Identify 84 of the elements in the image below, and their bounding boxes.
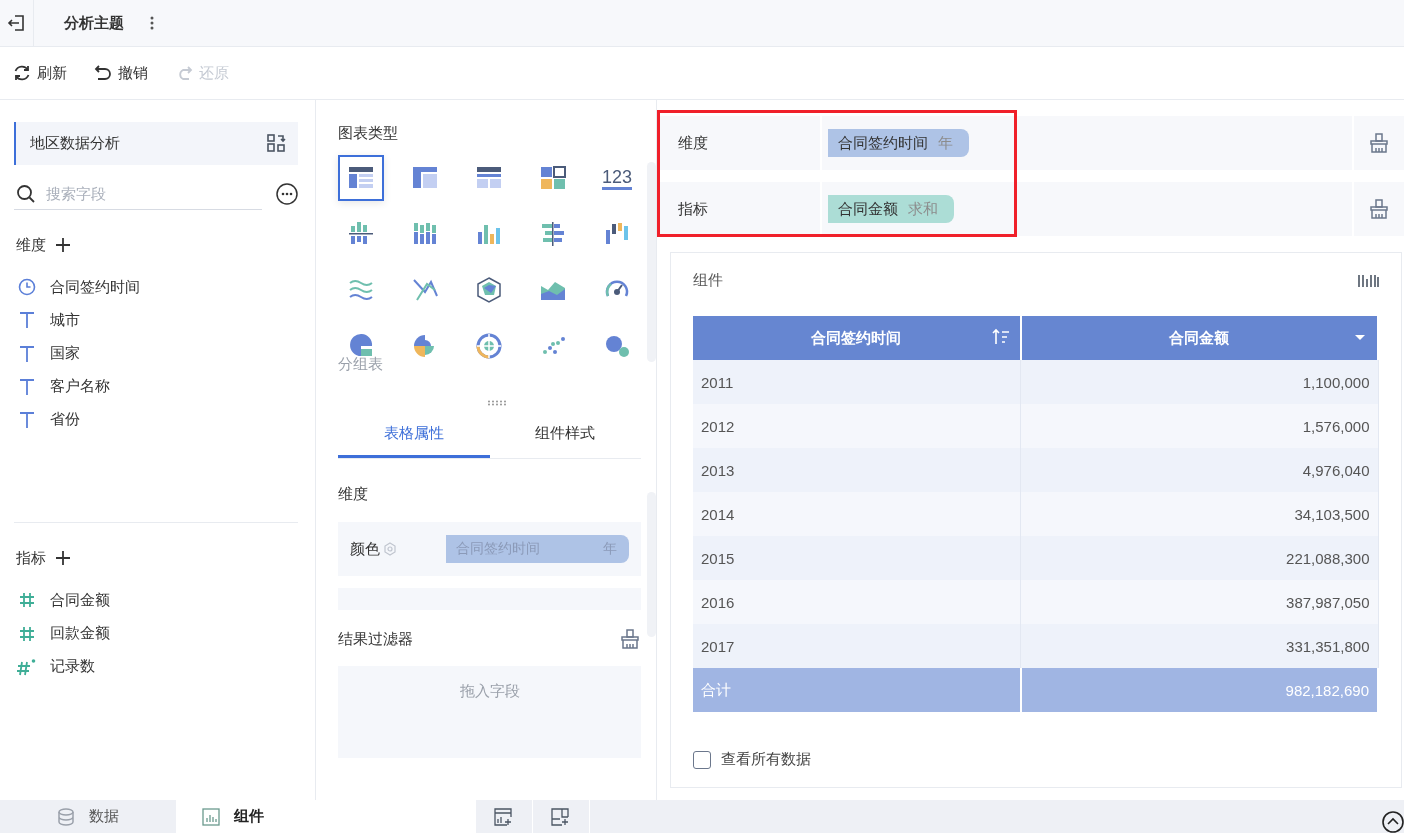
radar-chart-icon [475, 276, 503, 304]
total-cell: 合计 [693, 668, 1021, 712]
chart-type-name: 分组表 [338, 355, 384, 374]
well-label: 指标 [660, 182, 822, 236]
table-cell: 2012 [693, 404, 1021, 448]
switch-icon[interactable] [266, 133, 286, 154]
text-type-icon [19, 311, 35, 330]
hash-star-icon [17, 657, 37, 676]
table-cell: 1,100,000 [1020, 360, 1378, 404]
field-item[interactable]: 记录数 [14, 650, 298, 684]
add-panel-icon[interactable] [550, 806, 572, 827]
table-cell: 34,103,500 [1020, 492, 1378, 536]
hash-icon [19, 625, 35, 642]
sort-icon[interactable] [991, 328, 1010, 346]
brush-icon[interactable] [619, 628, 641, 650]
section-title: 结果过滤器 [338, 629, 413, 649]
page-title: 分析主题 [64, 13, 124, 33]
dataset-name: 地区数据分析 [30, 133, 120, 153]
field-item[interactable]: 客户名称 [14, 370, 298, 404]
barcode-like-icon[interactable] [1357, 272, 1379, 289]
section-title: 维度 [16, 235, 46, 255]
collapse-icon[interactable] [1382, 811, 1404, 833]
table-cell: 221,088,300 [1020, 536, 1378, 580]
table-cell: 331,351,800 [1020, 624, 1378, 668]
brush-icon[interactable] [1368, 132, 1390, 154]
add-icon[interactable] [56, 551, 70, 566]
section-title: 指标 [16, 548, 46, 568]
tab[interactable]: 表格属性 [338, 412, 490, 458]
table-cell: 2011 [693, 360, 1021, 404]
chart-type-button[interactable] [338, 155, 384, 201]
table-cell: 4,976,040 [1020, 448, 1378, 492]
card-title: 组件 [693, 271, 723, 290]
more-icon[interactable] [276, 183, 298, 206]
add-chart-icon[interactable] [493, 806, 515, 827]
total-cell: 982,182,690 [1020, 668, 1378, 712]
table-cell: 387,987,050 [1020, 580, 1378, 624]
tab[interactable]: 组件样式 [489, 412, 641, 458]
exit-icon[interactable] [6, 13, 27, 33]
scrollbar[interactable] [647, 162, 656, 362]
refresh-button[interactable]: 刷新 [12, 63, 67, 83]
checkbox[interactable] [693, 750, 711, 769]
text-type-icon [19, 377, 35, 396]
sunburst-chart-icon [475, 332, 503, 360]
refresh-icon [12, 63, 32, 83]
table-cell: 2016 [693, 580, 1021, 624]
chart-type-button[interactable]: 123 [594, 155, 640, 201]
search-icon [16, 183, 36, 204]
bottom-tab[interactable]: 组件 [176, 800, 476, 833]
search-field[interactable]: 搜索字段 [44, 184, 228, 204]
column-header[interactable]: 合同金额 [1020, 316, 1378, 360]
field-item[interactable]: 省份 [14, 403, 298, 437]
property-label: 颜色 [350, 539, 380, 559]
table-cell: 2013 [693, 448, 1021, 492]
column-header[interactable]: 合同签约时间 [693, 316, 1021, 360]
text-type-icon [19, 410, 35, 429]
table-cell: 1,576,000 [1020, 404, 1378, 448]
field-chip[interactable]: 合同签约时间 年 [828, 129, 969, 157]
section-title: 图表类型 [338, 124, 399, 143]
card-grid-chart-icon [539, 164, 567, 192]
field-item[interactable]: 城市 [14, 303, 298, 337]
add-icon[interactable] [56, 238, 70, 253]
hash-icon [19, 592, 35, 609]
database-icon [57, 807, 75, 826]
table-cell: 2014 [693, 492, 1021, 536]
horizontal-bar-chart-icon [539, 220, 567, 248]
field-item[interactable]: 国家 [14, 337, 298, 371]
well-label: 维度 [660, 116, 822, 170]
checkbox-label: 查看所有数据 [721, 750, 811, 769]
bar-chart-icon [202, 807, 220, 826]
undo-button[interactable]: 撤销 [93, 63, 148, 83]
clock-icon [18, 278, 36, 297]
table-cell: 2017 [693, 624, 1021, 668]
dataset-header[interactable]: 地区数据分析 [14, 122, 298, 165]
brush-icon[interactable] [1368, 198, 1390, 220]
field-item[interactable]: 回款金额 [14, 617, 298, 651]
more-icon[interactable] [150, 16, 154, 30]
drag-handle[interactable] [488, 400, 506, 406]
field-item[interactable]: 合同金额 [14, 583, 298, 617]
field-chip[interactable]: 合同金额 求和 [828, 195, 954, 223]
undo-icon [93, 63, 113, 83]
section-title: 维度 [338, 485, 369, 504]
table-cell: 2015 [693, 536, 1021, 580]
field-item[interactable]: 合同签约时间 [14, 270, 298, 304]
text-type-icon [19, 344, 35, 363]
